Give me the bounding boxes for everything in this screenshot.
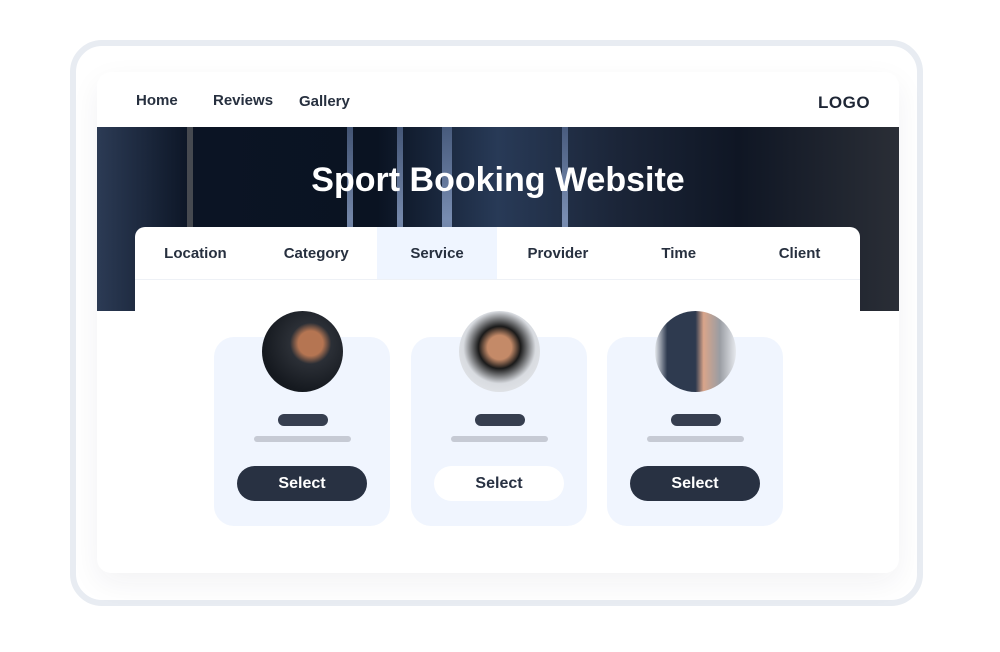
booking-panel: Location Category Service Provider Time … xyxy=(135,227,860,573)
tab-client[interactable]: Client xyxy=(739,227,860,279)
nav-reviews[interactable]: Reviews xyxy=(213,92,273,109)
subtitle-placeholder xyxy=(254,436,351,442)
tab-time[interactable]: Time xyxy=(618,227,739,279)
service-image-runner xyxy=(459,311,540,392)
logo[interactable]: LOGO xyxy=(818,93,870,113)
hero-title: Sport Booking Website xyxy=(311,161,685,199)
service-image-trainer xyxy=(655,311,736,392)
select-button[interactable]: Select xyxy=(237,466,367,501)
title-placeholder xyxy=(475,414,525,426)
service-image-athlete xyxy=(262,311,343,392)
tab-provider[interactable]: Provider xyxy=(497,227,618,279)
select-button[interactable]: Select xyxy=(434,466,564,501)
booking-steps-tabs: Location Category Service Provider Time … xyxy=(135,227,860,280)
tab-location[interactable]: Location xyxy=(135,227,256,279)
tab-service[interactable]: Service xyxy=(376,227,498,279)
tab-category[interactable]: Category xyxy=(256,227,377,279)
nav-home[interactable]: Home xyxy=(136,92,178,109)
nav-gallery[interactable]: Gallery xyxy=(299,93,350,110)
subtitle-placeholder xyxy=(451,436,548,442)
select-button[interactable]: Select xyxy=(630,466,760,501)
subtitle-placeholder xyxy=(647,436,744,442)
title-placeholder xyxy=(671,414,721,426)
title-placeholder xyxy=(278,414,328,426)
